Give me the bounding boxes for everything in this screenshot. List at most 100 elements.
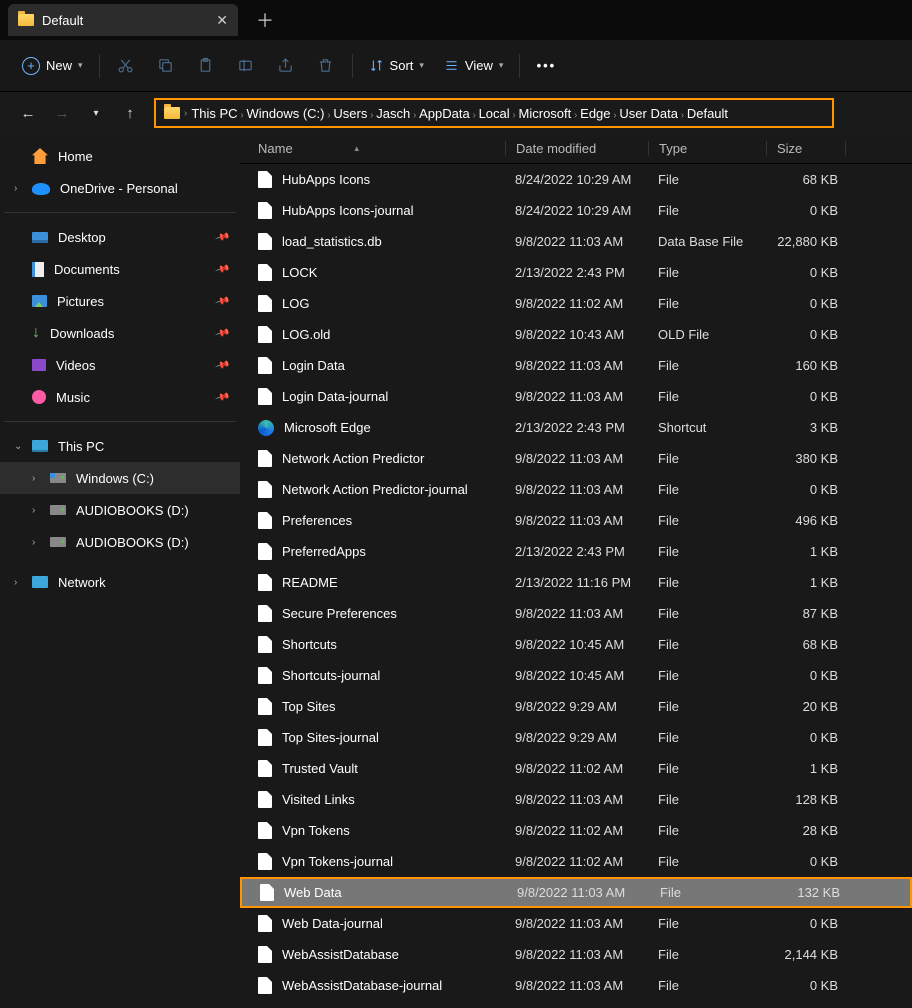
chevron-right-icon[interactable]: › — [14, 577, 17, 588]
cell-size: 68 KB — [766, 172, 846, 187]
chevron-right-icon: › — [184, 108, 187, 119]
window-tab[interactable]: Default ✕ — [8, 4, 238, 36]
table-row[interactable]: Top Sites-journal9/8/2022 9:29 AMFile0 K… — [240, 722, 912, 753]
sidebar-item-thispc[interactable]: ⌄This PC — [0, 430, 240, 462]
breadcrumb-segment[interactable]: Edge — [580, 106, 610, 121]
table-row[interactable]: Web Data-journal9/8/2022 11:03 AMFile0 K… — [240, 908, 912, 939]
chevron-right-icon[interactable]: › — [32, 505, 35, 516]
chevron-down-icon[interactable]: ⌄ — [14, 441, 22, 452]
sidebar-item-drive-d1[interactable]: ›AUDIOBOOKS (D:) — [0, 494, 240, 526]
close-tab-icon[interactable]: ✕ — [216, 12, 228, 29]
recent-button[interactable]: ▾ — [82, 108, 110, 119]
cell-size: 0 KB — [766, 203, 846, 218]
table-row[interactable]: Network Action Predictor9/8/2022 11:03 A… — [240, 443, 912, 474]
table-row[interactable]: Trusted Vault9/8/2022 11:02 AMFile1 KB — [240, 753, 912, 784]
navbar: ← → ▾ ↑ › This PC › Windows (C:) › Users… — [0, 92, 912, 134]
table-row[interactable]: Shortcuts-journal9/8/2022 10:45 AMFile0 … — [240, 660, 912, 691]
breadcrumb-segment[interactable]: Local — [479, 106, 510, 121]
breadcrumb-segment[interactable]: Windows (C:) — [246, 106, 324, 121]
delete-button[interactable] — [308, 48, 344, 84]
back-button[interactable]: ← — [14, 105, 42, 122]
sidebar-item-network[interactable]: ›Network — [0, 566, 240, 598]
breadcrumb-segment[interactable]: User Data — [619, 106, 678, 121]
table-row[interactable]: Secure Preferences9/8/2022 11:03 AMFile8… — [240, 598, 912, 629]
table-row[interactable]: README2/13/2022 11:16 PMFile1 KB — [240, 567, 912, 598]
breadcrumb-segment[interactable]: Microsoft — [519, 106, 572, 121]
copy-button[interactable] — [148, 48, 184, 84]
cell-size: 496 KB — [766, 513, 846, 528]
file-icon — [258, 977, 272, 994]
table-row[interactable]: WebAssistDatabase-journal9/8/2022 11:03 … — [240, 970, 912, 1001]
rename-button[interactable] — [228, 48, 264, 84]
breadcrumb-segment[interactable]: AppData — [419, 106, 470, 121]
table-row[interactable]: HubApps Icons-journal8/24/2022 10:29 AMF… — [240, 195, 912, 226]
new-button[interactable]: + New ▾ — [14, 48, 91, 84]
breadcrumb[interactable]: › This PC › Windows (C:) › Users › Jasch… — [154, 98, 834, 128]
cell-name: WebAssistDatabase-journal — [258, 977, 505, 994]
sidebar-item-videos[interactable]: Videos📌 — [0, 349, 240, 381]
chevron-right-icon[interactable]: › — [14, 183, 17, 194]
sidebar-item-desktop[interactable]: Desktop📌 — [0, 221, 240, 253]
table-row[interactable]: LOG9/8/2022 11:02 AMFile0 KB — [240, 288, 912, 319]
table-row[interactable]: Login Data9/8/2022 11:03 AMFile160 KB — [240, 350, 912, 381]
table-row[interactable]: Microsoft Edge2/13/2022 2:43 PMShortcut3… — [240, 412, 912, 443]
table-row[interactable]: Shortcuts9/8/2022 10:45 AMFile68 KB — [240, 629, 912, 660]
sidebar-item-label: Home — [58, 149, 93, 164]
column-header-type[interactable]: Type — [648, 141, 766, 156]
file-icon — [258, 574, 272, 591]
chevron-right-icon[interactable]: › — [32, 473, 35, 484]
cell-type: Shortcut — [648, 420, 766, 435]
breadcrumb-segment[interactable]: Default — [687, 106, 728, 121]
table-row[interactable]: Preferences9/8/2022 11:03 AMFile496 KB — [240, 505, 912, 536]
column-headers: Name▲ Date modified Type Size — [240, 134, 912, 164]
cell-date: 9/8/2022 11:03 AM — [505, 482, 648, 497]
column-header-name[interactable]: Name▲ — [258, 141, 505, 156]
share-button[interactable] — [268, 48, 304, 84]
sidebar-item-home[interactable]: Home — [0, 140, 240, 172]
column-header-date[interactable]: Date modified — [505, 141, 648, 156]
pin-icon: 📌 — [214, 293, 230, 309]
sidebar-item-pictures[interactable]: Pictures📌 — [0, 285, 240, 317]
breadcrumb-segment[interactable]: This PC — [191, 106, 237, 121]
sidebar-item-drive-c[interactable]: ›Windows (C:) — [0, 462, 240, 494]
file-list[interactable]: HubApps Icons8/24/2022 10:29 AMFile68 KB… — [240, 164, 912, 1008]
table-row[interactable]: load_statistics.db9/8/2022 11:03 AMData … — [240, 226, 912, 257]
file-name: WebAssistDatabase-journal — [282, 978, 442, 993]
table-row[interactable]: PreferredApps2/13/2022 2:43 PMFile1 KB — [240, 536, 912, 567]
table-row[interactable]: Web Data9/8/2022 11:03 AMFile132 KB — [240, 877, 912, 908]
cell-date: 9/8/2022 11:03 AM — [505, 792, 648, 807]
cell-type: File — [648, 699, 766, 714]
table-row[interactable]: LOCK2/13/2022 2:43 PMFile0 KB — [240, 257, 912, 288]
breadcrumb-segment[interactable]: Users — [333, 106, 367, 121]
cell-name: Trusted Vault — [258, 760, 505, 777]
up-button[interactable]: ↑ — [116, 105, 144, 122]
table-row[interactable]: Vpn Tokens9/8/2022 11:02 AMFile28 KB — [240, 815, 912, 846]
table-row[interactable]: HubApps Icons8/24/2022 10:29 AMFile68 KB — [240, 164, 912, 195]
new-tab-button[interactable]: ＋ — [256, 7, 274, 33]
cell-name: LOCK — [258, 264, 505, 281]
view-button[interactable]: View ▾ — [436, 48, 511, 84]
table-row[interactable]: Login Data-journal9/8/2022 11:03 AMFile0… — [240, 381, 912, 412]
sidebar-item-downloads[interactable]: ↓Downloads📌 — [0, 317, 240, 349]
cell-name: Shortcuts-journal — [258, 667, 505, 684]
table-row[interactable]: Top Sites9/8/2022 9:29 AMFile20 KB — [240, 691, 912, 722]
forward-button[interactable]: → — [48, 105, 76, 122]
more-button[interactable]: ••• — [528, 48, 564, 84]
table-row[interactable]: LOG.old9/8/2022 10:43 AMOLD File0 KB — [240, 319, 912, 350]
chevron-right-icon[interactable]: › — [32, 537, 35, 548]
sidebar-item-music[interactable]: Music📌 — [0, 381, 240, 413]
cut-button[interactable] — [108, 48, 144, 84]
sort-button[interactable]: Sort ▾ — [361, 48, 432, 84]
paste-button[interactable] — [188, 48, 224, 84]
sidebar-item-onedrive[interactable]: ›OneDrive - Personal — [0, 172, 240, 204]
breadcrumb-segment[interactable]: Jasch — [376, 106, 410, 121]
sidebar-item-drive-d2[interactable]: ›AUDIOBOOKS (D:) — [0, 526, 240, 558]
table-row[interactable]: WebAssistDatabase9/8/2022 11:03 AMFile2,… — [240, 939, 912, 970]
table-row[interactable]: Visited Links9/8/2022 11:03 AMFile128 KB — [240, 784, 912, 815]
file-icon — [258, 822, 272, 839]
cell-size: 0 KB — [766, 978, 846, 993]
column-header-size[interactable]: Size — [766, 141, 846, 156]
table-row[interactable]: Vpn Tokens-journal9/8/2022 11:02 AMFile0… — [240, 846, 912, 877]
sidebar-item-documents[interactable]: Documents📌 — [0, 253, 240, 285]
table-row[interactable]: Network Action Predictor-journal9/8/2022… — [240, 474, 912, 505]
